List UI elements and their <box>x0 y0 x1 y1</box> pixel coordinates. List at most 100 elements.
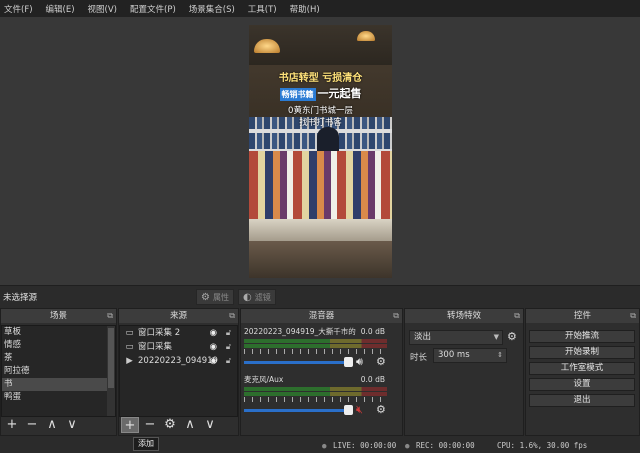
preview-area[interactable]: 书店转型 亏损清仓 畅销书籍 一元起售 0黄东门书城一层 找书打书客 <box>0 17 640 285</box>
move-down-button[interactable]: ∨ <box>201 417 219 433</box>
duration-input[interactable]: 300 ms ⇕ <box>433 348 507 363</box>
move-up-button[interactable]: ∧ <box>43 417 61 433</box>
dock-float-icon[interactable]: ⧉ <box>393 309 399 323</box>
slider-knob[interactable] <box>344 357 353 367</box>
video-caption-2b: 一元起售 <box>317 87 362 100</box>
gear-icon[interactable]: ⚙ <box>376 403 386 416</box>
gear-icon: ⚙ <box>201 291 210 303</box>
gear-icon[interactable]: ⚙ <box>507 330 517 343</box>
menu-view[interactable]: 视图(V) <box>88 3 117 15</box>
mixer-channel-name: 20220223_094919_大撕千市的阿 <box>244 327 356 336</box>
volume-slider[interactable]: 🔇︎ ⚙ <box>244 403 387 417</box>
video-caption-4: 找书打书客 <box>299 118 342 128</box>
cpu-fps: CPU: 1.6%, 30.00 fps <box>497 441 588 450</box>
source-name: 20220223_094919 <box>138 356 218 366</box>
transitions-dock: 转场特效 ⧉ 淡出 ▼ ⚙ 时长 300 ms ⇕ <box>404 308 524 436</box>
scenes-scrollbar[interactable] <box>107 326 115 416</box>
menu-tools[interactable]: 工具(T) <box>248 3 277 15</box>
scenes-title: 场景 <box>49 311 67 321</box>
remove-scene-button[interactable]: − <box>23 417 41 433</box>
menu-bar: 文件(F) 编辑(E) 视图(V) 配置文件(P) 场景集合(S) 工具(T) … <box>0 0 640 17</box>
slider-track[interactable] <box>244 361 350 364</box>
mixer-title-bar: 混音器 ⧉ <box>241 309 402 323</box>
rec-indicator-icon: ● <box>405 441 410 450</box>
add-scene-button[interactable]: + <box>3 417 21 433</box>
live-time: LIVE: 00:00:00 <box>333 441 397 450</box>
source-item[interactable]: ▭ 窗口采集 ◉ 🔓︎ <box>120 340 237 354</box>
window-icon: ▭ <box>125 342 134 352</box>
slider-track[interactable] <box>244 409 350 412</box>
video-books <box>249 151 392 219</box>
scene-item[interactable]: 鸭蛋 <box>2 391 115 404</box>
controls-title-bar: 控件 ⧉ <box>526 309 639 323</box>
mixer-channel-db: 0.0 dB <box>360 327 385 336</box>
source-item[interactable]: ▶ 20220223_094919 ◉ 🔓︎ <box>120 354 237 368</box>
dock-float-icon[interactable]: ⧉ <box>630 309 636 323</box>
controls-dock: 控件 ⧉ 开始推流 开始录制 工作室模式 设置 退出 <box>525 308 640 436</box>
slider-knob[interactable] <box>344 405 353 415</box>
mixer-channel-name: 麦克风/Aux <box>244 375 284 384</box>
gear-icon[interactable]: ⚙ <box>376 355 386 368</box>
filters-label: 滤镜 <box>254 292 271 302</box>
scene-item[interactable]: 茶 <box>2 352 115 365</box>
sources-list[interactable]: ▭ 窗口采集 2 ◉ 🔓︎ ▭ 窗口采集 ◉ 🔓︎ ▶ 20220223_094919 ◉… <box>119 325 238 417</box>
sources-title: 来源 <box>169 311 187 321</box>
start-streaming-button[interactable]: 开始推流 <box>529 330 635 343</box>
move-up-button[interactable]: ∧ <box>181 417 199 433</box>
source-properties-gear-icon[interactable]: ⚙ <box>161 417 179 433</box>
filters-button[interactable]: ◐ 滤镜 <box>238 289 276 305</box>
live-indicator-icon: ● <box>322 441 327 450</box>
window-icon: ▭ <box>125 328 134 338</box>
studio-mode-button[interactable]: 工作室模式 <box>529 362 635 375</box>
mixer-channel-db: 0.0 dB <box>360 375 385 384</box>
video-preview[interactable]: 书店转型 亏损清仓 畅销书籍 一元起售 0黄东门书城一层 找书打书客 <box>249 25 392 278</box>
lock-icon[interactable]: 🔓︎ <box>226 354 231 368</box>
menu-file[interactable]: 文件(F) <box>4 3 33 15</box>
dock-float-icon[interactable]: ⧉ <box>514 309 520 323</box>
source-item[interactable]: ▭ 窗口采集 2 ◉ 🔓︎ <box>120 326 237 340</box>
mixer-title: 混音器 <box>308 311 335 321</box>
source-name: 窗口采集 <box>138 342 173 352</box>
scene-item-selected[interactable]: 书 <box>2 378 115 391</box>
menu-scene-collection[interactable]: 场景集合(S) <box>189 3 235 15</box>
scenes-list[interactable]: 草板 情感 茶 阿拉德 书 鸭蛋 <box>1 325 116 417</box>
menu-help[interactable]: 帮助(H) <box>290 3 320 15</box>
dock-float-icon[interactable]: ⧉ <box>107 309 113 323</box>
dock-float-icon[interactable]: ⧉ <box>229 309 235 323</box>
scene-item[interactable]: 草板 <box>2 326 115 339</box>
add-source-button[interactable]: + <box>121 417 139 433</box>
volume-slider[interactable]: 🔊︎ ⚙ <box>244 355 387 369</box>
filter-icon: ◐ <box>243 291 252 303</box>
volume-meter <box>244 392 387 396</box>
muted-speaker-icon[interactable]: 🔇︎ <box>356 403 363 417</box>
controls-title: 控件 <box>573 311 591 321</box>
source-name: 窗口采集 2 <box>138 328 181 338</box>
scene-item[interactable]: 情感 <box>2 339 115 352</box>
menu-edit[interactable]: 编辑(E) <box>46 3 75 15</box>
menu-profile[interactable]: 配置文件(P) <box>130 3 176 15</box>
start-recording-button[interactable]: 开始录制 <box>529 346 635 359</box>
settings-button[interactable]: 设置 <box>529 378 635 391</box>
video-caption-1: 书店转型 亏损清仓 <box>278 73 363 84</box>
no-source-label: 未选择源 <box>3 293 38 303</box>
visibility-eye-icon[interactable]: ◉ <box>210 326 217 340</box>
lock-icon[interactable]: 🔓︎ <box>226 326 231 340</box>
transition-select[interactable]: 淡出 ▼ <box>409 330 503 345</box>
scrollbar-thumb[interactable] <box>108 328 114 388</box>
rec-time: REC: 00:00:00 <box>416 441 475 450</box>
move-down-button[interactable]: ∨ <box>63 417 81 433</box>
remove-source-button[interactable]: − <box>141 417 159 433</box>
visibility-eye-icon[interactable]: ◉ <box>210 340 217 354</box>
properties-button[interactable]: ⚙ 属性 <box>196 289 234 305</box>
add-tooltip: 添加 <box>133 437 159 451</box>
lock-icon[interactable]: 🔓︎ <box>226 340 231 354</box>
scene-item[interactable]: 阿拉德 <box>2 365 115 378</box>
exit-button[interactable]: 退出 <box>529 394 635 407</box>
video-caption-2: 畅销书籍 一元起售 <box>249 85 392 101</box>
visibility-eye-icon[interactable]: ◉ <box>210 354 217 368</box>
volume-meter <box>244 387 387 391</box>
spin-arrows-icon[interactable]: ⇕ <box>497 349 503 362</box>
meter-ticks <box>244 349 387 354</box>
transition-selected-value: 淡出 <box>414 332 432 342</box>
speaker-icon[interactable]: 🔊︎ <box>356 355 363 369</box>
